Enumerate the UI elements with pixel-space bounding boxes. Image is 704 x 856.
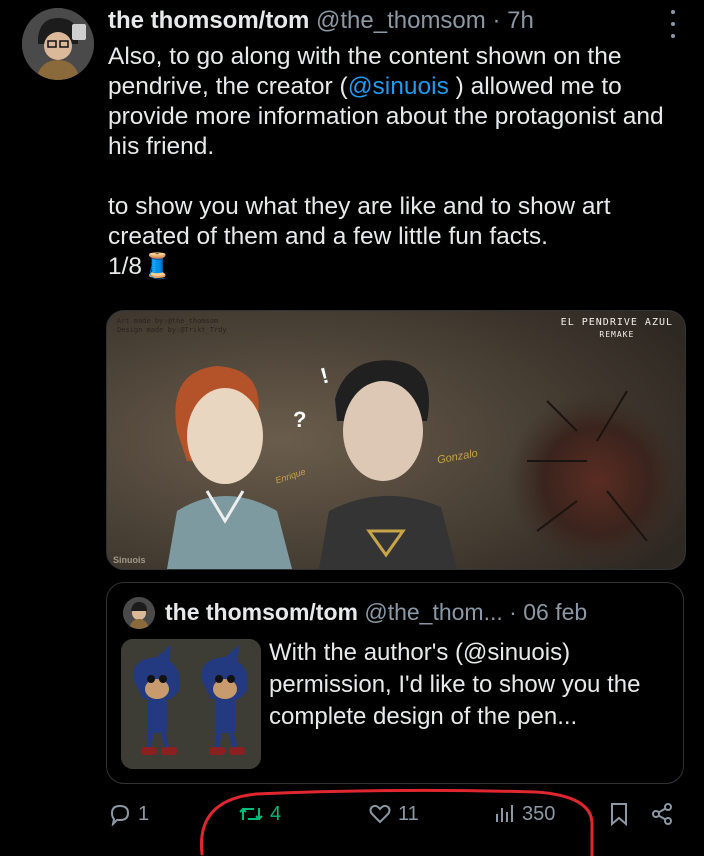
retweet-count: 4 — [270, 802, 282, 825]
retweet-icon — [238, 802, 264, 826]
thread-count: 1/8 — [108, 253, 143, 280]
views-count: 350 — [522, 802, 556, 825]
retweet-button[interactable]: 4 — [238, 802, 281, 826]
quoted-tweet-text: With the author's (@sinuois) permission,… — [269, 639, 641, 730]
more-options-icon[interactable] — [668, 10, 678, 38]
reply-button[interactable]: 1 — [108, 802, 149, 826]
image-subtitle-text: REMAKE — [599, 330, 635, 339]
like-count: 11 — [398, 802, 419, 825]
like-icon — [368, 802, 392, 826]
image-title: EL PENDRIVE AZUL REMAKE — [561, 317, 673, 339]
question-mark: ? — [293, 407, 307, 432]
credit-line: Design made by:@Trikt_Trdy — [117, 326, 227, 334]
share-icon — [650, 802, 674, 826]
bookmark-button[interactable] — [608, 802, 630, 826]
views-icon — [492, 802, 516, 826]
reply-icon — [108, 802, 132, 826]
views-button[interactable]: 350 — [492, 802, 555, 826]
quoted-avatar[interactable] — [123, 597, 155, 629]
separator-dot: · — [509, 599, 517, 625]
watermark: Sinuois — [113, 555, 146, 565]
image-credits: Art made by:@the_thomsom Design made by:… — [117, 317, 227, 335]
reply-count: 1 — [138, 802, 150, 825]
tweet-action-bar: 1 4 11 350 — [108, 796, 698, 836]
timestamp[interactable]: 7h — [507, 7, 534, 34]
credit-line: Art made by:@the_thomsom — [117, 317, 219, 325]
quoted-media-thumbnail — [121, 639, 261, 769]
bookmark-icon — [608, 802, 630, 826]
quoted-date: 06 feb — [523, 599, 588, 625]
tweet-paragraph: to show you what they are like and to sh… — [108, 193, 611, 250]
display-name[interactable]: the thomsom/tom — [108, 7, 309, 34]
quoted-handle: @the_thom... — [364, 599, 503, 625]
avatar[interactable] — [22, 8, 94, 80]
thread-emoji: 🧵 — [142, 253, 173, 280]
quoted-tweet[interactable]: the thomsom/tom @the_thom... · 06 feb Wi… — [106, 582, 684, 784]
quoted-display-name: the thomsom/tom — [165, 599, 358, 625]
mention-link[interactable]: @sinuois — [348, 73, 449, 100]
share-button[interactable] — [650, 802, 674, 826]
image-title-text: EL PENDRIVE AZUL — [560, 317, 673, 328]
user-handle[interactable]: @the_thomsom — [316, 7, 486, 34]
separator-dot: · — [492, 7, 501, 34]
quoted-header: the thomsom/tom @the_thom... · 06 feb — [165, 597, 587, 627]
like-button[interactable]: 11 — [368, 802, 419, 826]
tweet-header: the thomsom/tom @the_thomsom · 7h — [108, 6, 664, 36]
tweet-text: Also, to go along with the content shown… — [108, 42, 678, 282]
tweet-media-image[interactable]: Art made by:@the_thomsom Design made by:… — [106, 310, 686, 570]
